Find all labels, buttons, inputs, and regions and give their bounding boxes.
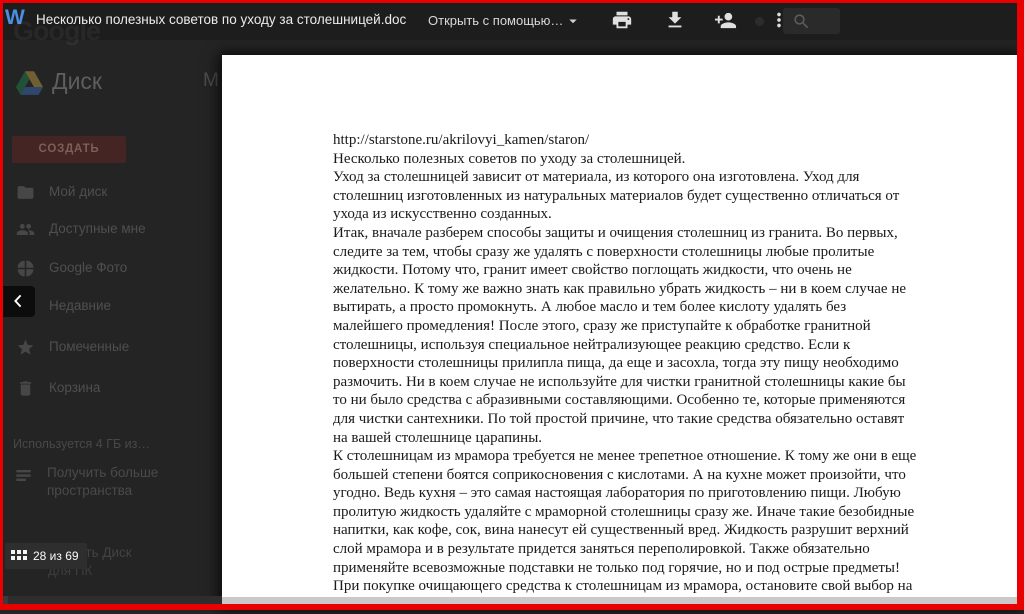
- document-line: К столешницам из мрамора требуется не ме…: [333, 448, 917, 465]
- document-line: вытирать, а просто промокнуть. А любое м…: [333, 299, 847, 316]
- document-line: http://starstone.ru/akrilovyi_kamen/star…: [333, 132, 590, 148]
- share-person-add-button[interactable]: [714, 9, 737, 31]
- document-line: то ни было средства с абразивными состав…: [333, 392, 906, 409]
- drive-brand-label: Диск: [52, 68, 102, 94]
- upgrade-storage-label: Получить больше: [47, 465, 159, 480]
- more-options-button[interactable]: [768, 9, 790, 31]
- sidebar-item-label: Google Фото: [49, 260, 128, 275]
- document-line: следите за тем, чтобы сразу же удалять с…: [333, 243, 875, 260]
- document-line: желательно. К тому же важно знать как пр…: [333, 280, 907, 297]
- chevron-down-icon[interactable]: [564, 12, 582, 30]
- document-line: угодно. Ведь кухня – это самая настоящая…: [333, 485, 901, 502]
- trash-icon: [19, 381, 32, 396]
- document-text: http://starstone.ru/akrilovyi_kamen/star…: [333, 131, 993, 614]
- document-line: Несколько полезных советов по уходу за с…: [333, 150, 686, 167]
- chevron-left-icon: [14, 294, 22, 308]
- document-line: Уход за столешницей зависит от материала…: [333, 169, 860, 186]
- sidebar-item-my-drive: Мой диск: [0, 183, 222, 203]
- document-line: столешниц изготовленных из натуральных м…: [333, 187, 900, 204]
- sidebar-item-label: Недавние: [49, 298, 112, 313]
- page-counter-label: 28 из 69: [33, 549, 79, 563]
- create-button: СОЗДАТЬ: [12, 136, 126, 163]
- document-line: применяйте всевозможные подставки не тол…: [333, 559, 900, 576]
- page-counter-chip[interactable]: 28 из 69: [5, 543, 87, 569]
- search-button[interactable]: [783, 8, 840, 34]
- photos-icon: [17, 260, 34, 277]
- folder-icon: [17, 186, 34, 199]
- document-line: напитки, как кофе, сок, вина нанесут ей …: [333, 522, 909, 539]
- grid-view-icon: [11, 550, 28, 562]
- content-header-ghost: М: [203, 70, 219, 91]
- document-line: большей степени боятся соприкосновения с…: [333, 466, 906, 483]
- document-line: пролитую жидкость удаляйте с мраморной с…: [333, 503, 915, 520]
- bottom-scrollbar-track-dark[interactable]: [0, 596, 222, 604]
- sidebar-item-trash: Корзина: [0, 379, 222, 399]
- search-icon: [794, 14, 809, 29]
- document-page[interactable]: http://starstone.ru/akrilovyi_kamen/star…: [222, 55, 1024, 613]
- sidebar-item-label: Мой диск: [49, 184, 108, 199]
- sidebar-item-shared-with-me: Доступные мне: [0, 220, 222, 240]
- document-line: поверхности столешницы прилипла пища, да…: [333, 355, 899, 372]
- document-line: малейшего промедления! После этого, сраз…: [333, 317, 871, 334]
- upgrade-storage-label-2: пространства: [47, 483, 133, 498]
- upgrade-storage-icon: [14, 466, 33, 485]
- preview-toolbar: W Несколько полезных советов по уходу за…: [0, 0, 1024, 40]
- collapse-left-panel-button[interactable]: [3, 286, 35, 317]
- document-line: столешницы, используя специальное нейтра…: [333, 336, 851, 353]
- sidebar-item-label: Корзина: [49, 380, 101, 395]
- document-line: слой мрамора и в результате придется зан…: [333, 541, 870, 558]
- sidebar-item-starred: Помеченные: [0, 338, 222, 358]
- print-button[interactable]: [611, 9, 633, 31]
- scrollbar-corner: [0, 596, 8, 604]
- star-icon: [17, 339, 34, 355]
- document-line: на вашей столешнице царапины.: [333, 429, 543, 446]
- dimmed-icon-ghost: [755, 17, 764, 26]
- document-line: жидкости. Потому что, гранит имеет свойс…: [333, 262, 852, 279]
- open-with-button[interactable]: Открыть с помощью…: [428, 13, 563, 28]
- drive-logo-icon: [16, 71, 43, 95]
- storage-usage-label: Используется 4 ГБ из…: [13, 437, 150, 451]
- download-button[interactable]: [664, 9, 686, 31]
- sidebar-item-label: Доступные мне: [49, 221, 146, 236]
- document-line: Итак, вначале разберем способы защиты и …: [333, 224, 898, 241]
- bottom-scrollbar-track-light[interactable]: [222, 597, 1024, 604]
- document-line: для чистки сантехники. По той простой пр…: [333, 410, 905, 427]
- sidebar-item-google-photos: Google Фото: [0, 259, 222, 279]
- document-line: При покупке очищающего средства к столеш…: [333, 578, 913, 595]
- document-line: размочить. Ни в коем случае не используй…: [333, 373, 906, 390]
- sidebar-item-label: Помеченные: [49, 339, 130, 354]
- people-icon: [16, 223, 35, 236]
- document-line: ухода из искусственно созданных.: [333, 206, 552, 223]
- google-logo-ghost: Google: [13, 16, 101, 46]
